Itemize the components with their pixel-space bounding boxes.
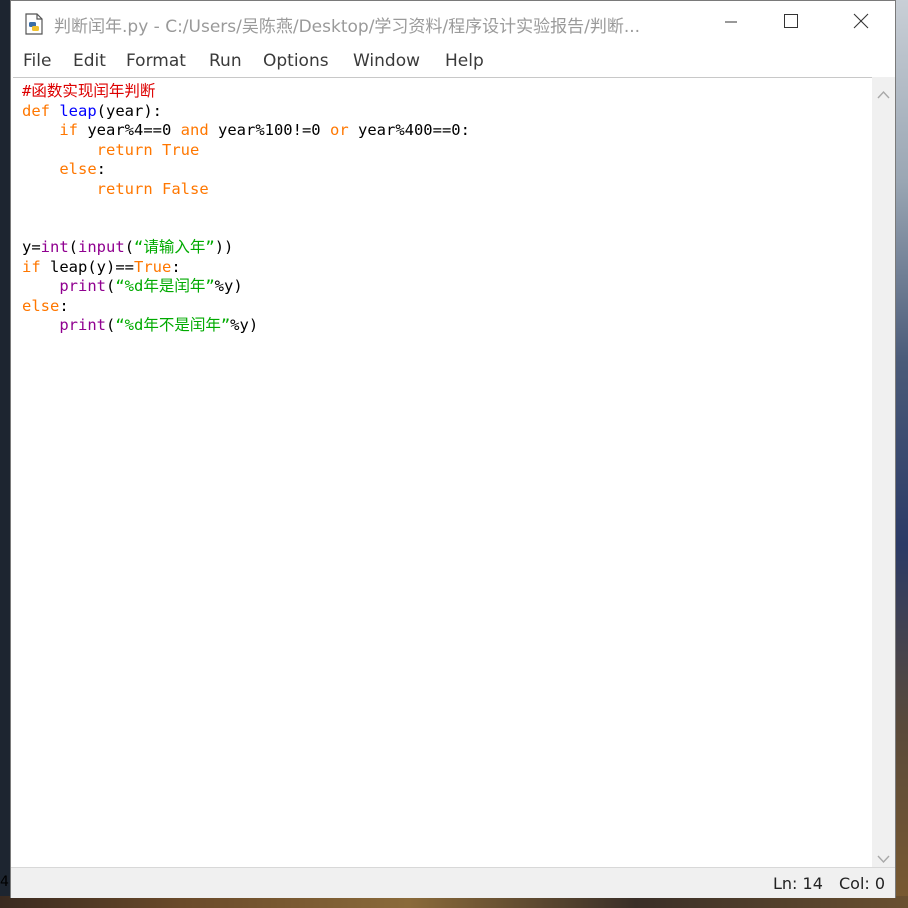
keyword-true: True — [134, 257, 172, 276]
builtin-input: input — [78, 238, 125, 256]
code-fragment: ( — [106, 277, 116, 295]
code-fragment: )) — [214, 238, 234, 256]
keyword-else: else — [22, 296, 60, 315]
keyword-return: return — [96, 179, 153, 198]
builtin-print: print — [59, 277, 106, 295]
code-fragment: : — [171, 257, 181, 276]
maximize-icon — [783, 13, 799, 33]
close-button[interactable] — [831, 1, 891, 45]
code-comment: #函数实现闰年判断 — [22, 82, 156, 100]
code-fragment: %y) — [230, 316, 259, 334]
keyword-return: return — [96, 140, 153, 159]
line-number-indicator: Ln: 14 — [773, 874, 823, 893]
menu-options[interactable]: Options — [263, 51, 329, 71]
title-bar[interactable]: 判断闰年.py - C:/Users/吴陈燕/Desktop/学习资料/程序设计… — [11, 1, 895, 45]
keyword-if: if — [59, 121, 78, 139]
idle-editor-window: 判断闰年.py - C:/Users/吴陈燕/Desktop/学习资料/程序设计… — [10, 0, 896, 898]
code-fragment: : — [59, 296, 69, 315]
column-number-indicator: Col: 0 — [839, 874, 886, 893]
builtin-print: print — [59, 316, 106, 334]
code-fragment: leap(y)== — [40, 257, 134, 276]
keyword-def: def — [22, 101, 50, 120]
code-fragment: ( — [124, 238, 135, 256]
code-fragment: year%100!=0 — [208, 121, 330, 139]
keyword-if: if — [22, 257, 41, 276]
menu-help[interactable]: Help — [445, 51, 484, 71]
code-fragment: (year): — [96, 101, 162, 120]
builtin-int: int — [40, 238, 69, 256]
window-title: 判断闰年.py - C:/Users/吴陈燕/Desktop/学习资料/程序设计… — [54, 17, 641, 37]
menu-window[interactable]: Window — [353, 51, 420, 71]
minimize-icon — [724, 14, 738, 33]
code-fragment: y= — [22, 238, 41, 256]
string-literal: “%d年不是闰年” — [115, 316, 231, 334]
python-file-icon — [24, 13, 44, 35]
keyword-or: or — [329, 121, 349, 139]
keyword-and: and — [180, 121, 209, 139]
code-fragment: ( — [106, 316, 116, 334]
menu-bar: File Edit Format Run Options Window Help — [11, 47, 895, 77]
keyword-true: True — [162, 140, 200, 159]
menu-run[interactable]: Run — [209, 51, 242, 71]
status-bar: Ln: 14 Col: 0 — [11, 867, 895, 898]
scroll-down-icon[interactable] — [877, 849, 890, 864]
code-fragment: year%4==0 — [78, 121, 181, 139]
menu-format[interactable]: Format — [126, 51, 186, 71]
menu-edit[interactable]: Edit — [73, 51, 106, 71]
maximize-button[interactable] — [761, 1, 821, 45]
code-fragment: year%400==0: — [348, 121, 470, 139]
menu-file[interactable]: File — [23, 51, 51, 71]
desktop-background-right — [896, 0, 908, 908]
code-fragment: %y) — [214, 277, 243, 295]
string-literal: “请输入年” — [134, 238, 215, 256]
minimize-button[interactable] — [701, 1, 761, 45]
keyword-false: False — [162, 179, 209, 198]
keyword-else: else — [59, 160, 97, 178]
vertical-scrollbar[interactable] — [872, 77, 895, 867]
scroll-up-icon[interactable] — [877, 85, 890, 99]
code-fragment: : — [96, 160, 106, 178]
code-fragment: ( — [68, 238, 79, 256]
close-icon — [853, 13, 869, 33]
string-literal: “%d年是闰年” — [115, 277, 215, 295]
function-name: leap — [59, 101, 97, 120]
code-text[interactable]: #函数实现闰年判断 def leap(year): if year%4==0 a… — [22, 82, 470, 336]
code-editor[interactable]: #函数实现闰年判断 def leap(year): if year%4==0 a… — [13, 77, 872, 868]
background-window-fragment: 4 — [0, 874, 9, 890]
